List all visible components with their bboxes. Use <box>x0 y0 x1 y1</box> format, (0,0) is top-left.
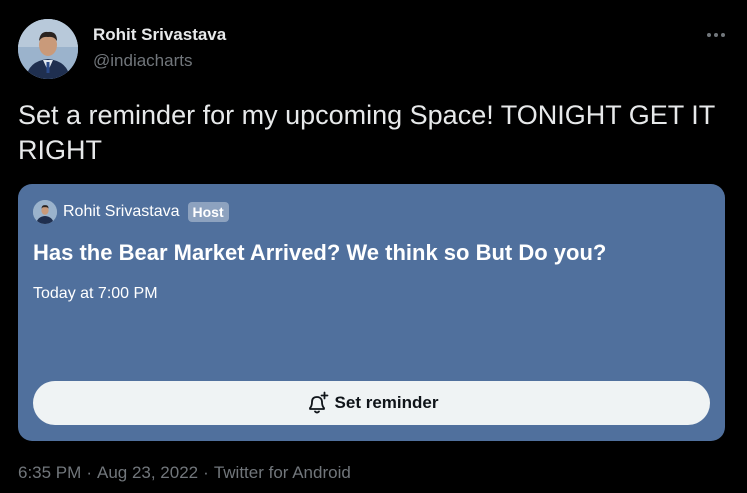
host-avatar-image <box>33 200 57 224</box>
tweet-meta: 6:35 PM · Aug 23, 2022 · Twitter for Android <box>18 463 351 483</box>
space-host-name: Rohit Srivastava <box>63 203 180 220</box>
author-name[interactable]: Rohit Srivastava <box>93 25 226 45</box>
more-horizontal-icon <box>707 33 725 37</box>
space-card[interactable]: Rohit Srivastava Host Has the Bear Marke… <box>18 184 725 441</box>
tweet-text: Set a reminder for my upcoming Space! TO… <box>18 100 715 165</box>
set-reminder-button[interactable]: Set reminder <box>33 381 710 425</box>
set-reminder-label: Set reminder <box>334 393 439 412</box>
bell-plus-icon <box>308 391 328 414</box>
more-options-button[interactable] <box>703 22 729 48</box>
tweet: Rohit Srivastava @indiacharts Set a remi… <box>0 0 747 493</box>
avatar-image <box>18 19 78 79</box>
tweet-time[interactable]: 6:35 PM <box>18 463 81 483</box>
meta-separator: · <box>86 463 92 482</box>
tweet-date[interactable]: Aug 23, 2022 <box>97 463 198 483</box>
space-time: Today at 7:00 PM <box>33 285 158 302</box>
author-avatar[interactable] <box>18 19 78 79</box>
tweet-source[interactable]: Twitter for Android <box>214 463 351 483</box>
host-avatar <box>33 200 57 224</box>
host-badge: Host <box>187 202 229 222</box>
space-host-row: Rohit Srivastava Host <box>33 199 229 225</box>
author-handle[interactable]: @indiacharts <box>93 51 192 71</box>
meta-separator: · <box>203 463 209 482</box>
space-title: Has the Bear Market Arrived? We think so… <box>33 240 607 265</box>
